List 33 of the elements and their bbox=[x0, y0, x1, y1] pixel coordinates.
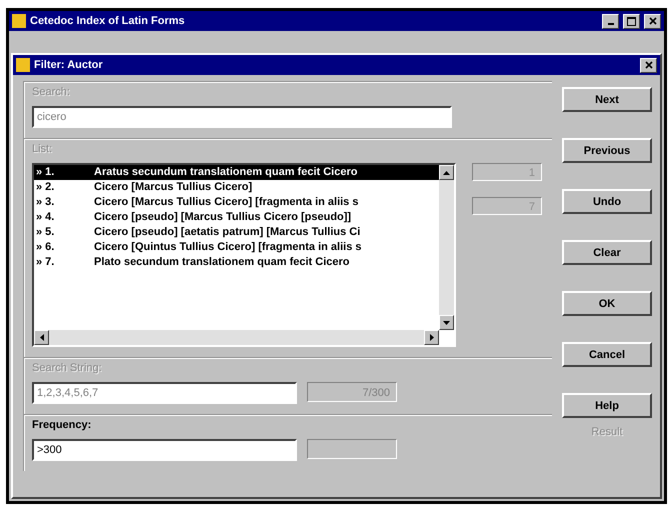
dialog-button[interactable]: Next bbox=[562, 87, 652, 112]
dialog-button[interactable]: Help bbox=[562, 393, 652, 418]
app-icon bbox=[12, 14, 26, 28]
dialog-title: Filter: Auctor bbox=[34, 59, 103, 71]
dialog-button[interactable]: OK bbox=[562, 291, 652, 316]
dialog-icon bbox=[16, 58, 30, 72]
list-item[interactable]: » 4. Cicero [pseudo] [Marcus Tullius Cicero [pseudo]] bbox=[34, 210, 439, 225]
dialog-button[interactable]: Undo bbox=[562, 189, 652, 214]
list-item[interactable]: » 6. Cicero [Quintus Tullius Cicero] [fragmenta in aliis s bbox=[34, 240, 439, 255]
frequency-field[interactable]: >300 bbox=[32, 439, 297, 461]
horizontal-scrollbar[interactable] bbox=[34, 330, 439, 345]
list-item[interactable]: » 1. Aratus secundum translationem quam fecit Cicero bbox=[34, 165, 439, 180]
dialog-button[interactable]: Cancel bbox=[562, 342, 652, 367]
list-item[interactable]: » 3. Cicero [Marcus Tullius Cicero] [fragmenta in aliis s bbox=[34, 195, 439, 210]
close-icon bbox=[648, 17, 656, 25]
group-label: Frequency: bbox=[32, 419, 92, 431]
close-button[interactable] bbox=[644, 14, 661, 28]
up-arrow-icon[interactable] bbox=[443, 170, 450, 174]
dialog-button[interactable]: Previous bbox=[562, 138, 652, 163]
right-arrow-icon[interactable] bbox=[430, 334, 434, 341]
maximize-button[interactable] bbox=[623, 14, 640, 28]
left-arrow-icon[interactable] bbox=[40, 334, 44, 341]
close-button[interactable] bbox=[640, 58, 657, 72]
dialog-button[interactable]: Clear bbox=[562, 240, 652, 265]
vertical-scrollbar[interactable] bbox=[439, 165, 454, 330]
list-item[interactable]: » 5. Cicero [pseudo] [aetatis patrum] [Marcus Tullius Ci bbox=[34, 225, 439, 240]
count-field: 7/300 bbox=[307, 382, 397, 402]
list-item[interactable]: » 2. Cicero [Marcus Tullius Cicero] bbox=[34, 180, 439, 195]
down-arrow-icon[interactable] bbox=[443, 320, 450, 324]
window-title: Cetedoc Index of Latin Forms bbox=[30, 15, 185, 27]
list-item[interactable]: » 7. Plato secundum translationem quam fecit Cicero bbox=[34, 255, 439, 270]
close-icon bbox=[644, 61, 652, 69]
minimize-button[interactable] bbox=[602, 14, 619, 28]
